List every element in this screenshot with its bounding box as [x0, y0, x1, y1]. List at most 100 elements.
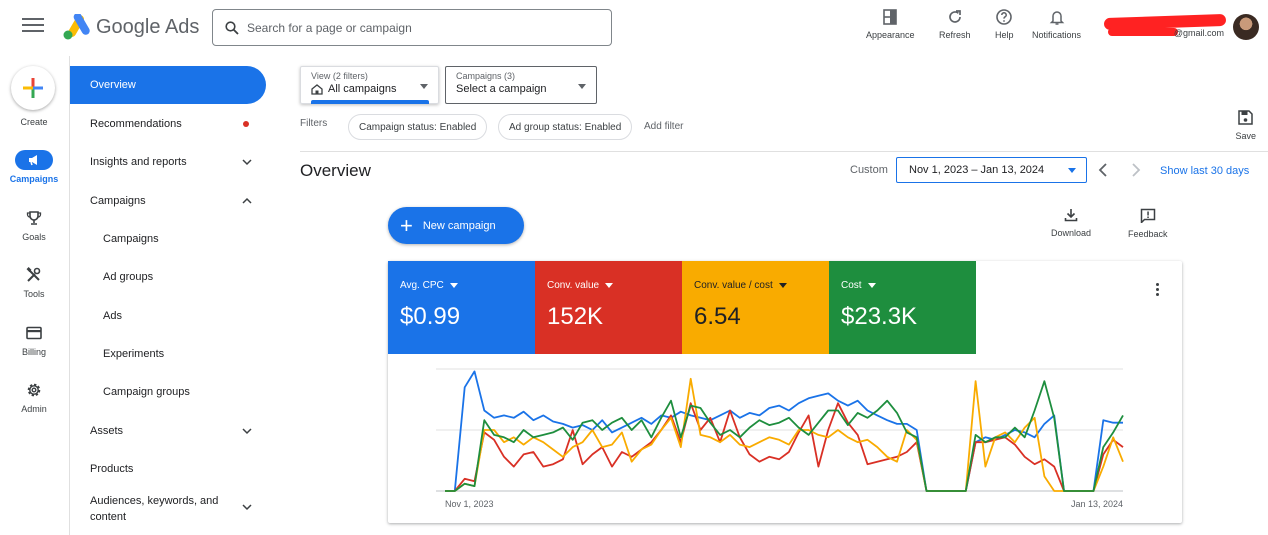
nav-item-experiments[interactable]: Experiments: [70, 335, 266, 373]
metric-conv-value[interactable]: Conv. value 152K: [535, 261, 682, 354]
nav-item-ad-groups[interactable]: Ad groups: [70, 258, 266, 296]
chevron-down-icon: [242, 504, 252, 511]
campaign-dropdown[interactable]: Campaigns (3) Select a campaign: [445, 66, 597, 104]
caret-down-icon: [605, 283, 614, 288]
nav-label: Assets: [90, 425, 124, 437]
search-box[interactable]: [212, 9, 612, 46]
nav-item-products[interactable]: Products: [70, 450, 266, 488]
appearance-button[interactable]: Appearance: [866, 8, 915, 40]
tools-icon: [26, 267, 41, 282]
metric-name: Cost: [841, 280, 862, 291]
save-icon: [1238, 110, 1253, 125]
caret-down-icon: [449, 283, 458, 288]
chevron-left-icon[interactable]: [1094, 160, 1114, 180]
notifications-label: Notifications: [1032, 30, 1082, 40]
rail-label: Tools: [23, 289, 45, 299]
google-ads-logo: [63, 14, 90, 40]
filter-chip-campaign-status[interactable]: Campaign status: Enabled: [348, 114, 488, 140]
help-button[interactable]: Help: [995, 8, 1014, 40]
create-button[interactable]: [11, 66, 55, 110]
nav-item-recommendations[interactable]: Recommendations: [70, 105, 266, 143]
nav-item-insights[interactable]: Insights and reports: [70, 143, 266, 181]
download-label: Download: [1051, 228, 1092, 238]
metric-conv-value-per-cost[interactable]: Conv. value / cost 6.54: [682, 261, 829, 354]
metric-name: Avg. CPC: [400, 280, 444, 291]
nav-item-campaigns[interactable]: Campaigns: [70, 182, 266, 220]
view-filter-dropdown[interactable]: View (2 filters) All campaigns: [300, 66, 439, 104]
new-campaign-button[interactable]: + New campaign: [388, 207, 524, 244]
home-icon: [311, 83, 323, 95]
rail-item-campaigns[interactable]: Campaigns: [0, 150, 68, 184]
search-input[interactable]: [247, 20, 587, 35]
download-icon: [1064, 209, 1078, 222]
chip-label: Campaign status: Enabled: [359, 121, 477, 133]
nav-label: Experiments: [103, 348, 165, 360]
rail-item-admin[interactable]: Admin: [0, 380, 68, 414]
series-line-3: [445, 380, 1124, 492]
notification-dot: [243, 121, 249, 127]
metric-value: $23.3K: [841, 303, 918, 330]
x-tick-start: Nov 1, 2023: [445, 499, 494, 509]
nav-label: Campaigns: [103, 233, 159, 245]
nav-item-assets[interactable]: Assets: [70, 412, 266, 450]
trophy-icon: [26, 211, 42, 225]
show-last-30-days-link[interactable]: Show last 30 days: [1160, 165, 1249, 177]
chevron-right-icon[interactable]: [1125, 160, 1145, 180]
view-filter-caption: View (2 filters): [311, 71, 368, 81]
nav-item-campaigns-sub[interactable]: Campaigns: [70, 220, 266, 258]
nav-item-campaign-groups[interactable]: Campaign groups: [70, 373, 266, 411]
menu-icon[interactable]: [22, 18, 44, 34]
nav-item-ads[interactable]: Ads: [70, 297, 266, 335]
rail-label: Goals: [22, 232, 46, 242]
page-title: Overview: [300, 161, 371, 180]
chip-label: Ad group status: Enabled: [509, 121, 622, 133]
download-button[interactable]: Download: [1051, 208, 1091, 238]
filter-chip-ad-group-status[interactable]: Ad group status: Enabled: [498, 114, 633, 140]
more-options-icon[interactable]: [1154, 283, 1160, 299]
nav-label: Campaign groups: [103, 386, 190, 398]
nav-label: Ad groups: [103, 271, 154, 283]
gear-icon: [27, 383, 41, 397]
metric-cost[interactable]: Cost $23.3K: [829, 261, 976, 354]
save-button[interactable]: Save: [1235, 110, 1256, 141]
refresh-icon: [948, 10, 961, 23]
rail-item-tools[interactable]: Tools: [0, 265, 68, 299]
feedback-button[interactable]: Feedback: [1128, 208, 1168, 239]
caret-down-icon: [778, 283, 787, 288]
chevron-down-icon: [242, 428, 252, 435]
x-tick-end: Jan 13, 2024: [1071, 499, 1123, 509]
nav-label: Ads: [103, 310, 122, 322]
top-bar: Google Ads Appearance Refresh Help: [0, 0, 1268, 56]
rail-item-goals[interactable]: Goals: [0, 208, 68, 242]
caret-down-icon: [867, 283, 876, 288]
refresh-label: Refresh: [939, 30, 971, 40]
date-range-dropdown[interactable]: Nov 1, 2023 – Jan 13, 2024: [896, 157, 1087, 183]
feedback-icon: [1140, 208, 1156, 223]
series-line-1: [445, 402, 1124, 492]
chevron-up-icon: [242, 197, 252, 204]
nav-item-audiences[interactable]: Audiences, keywords, and content: [70, 488, 266, 528]
nav-item-overview[interactable]: Overview: [70, 66, 266, 104]
create-label: Create: [20, 117, 48, 127]
refresh-button[interactable]: Refresh: [939, 8, 971, 40]
appearance-icon: [883, 9, 898, 25]
add-filter-link[interactable]: Add filter: [644, 121, 683, 132]
feedback-label: Feedback: [1128, 229, 1168, 239]
avatar[interactable]: [1233, 14, 1259, 40]
notifications-button[interactable]: Notifications: [1032, 8, 1081, 40]
nav-label: Recommendations: [90, 118, 182, 130]
metric-avg-cpc[interactable]: Avg. CPC $0.99: [388, 261, 535, 354]
bell-icon: [1049, 11, 1064, 25]
search-icon: [225, 20, 239, 35]
appearance-label: Appearance: [866, 30, 915, 40]
date-range-value: Nov 1, 2023 – Jan 13, 2024: [909, 164, 1045, 176]
performance-chart: Nov 1, 2023 Jan 13, 2024: [436, 368, 1124, 509]
card-icon: [26, 326, 42, 340]
rail-item-billing[interactable]: Billing: [0, 323, 68, 357]
chevron-down-icon: [242, 159, 252, 166]
active-indicator: [311, 100, 429, 104]
account-info[interactable]: @gmail.com: [1103, 13, 1227, 42]
nav-label: Overview: [90, 79, 136, 91]
nav-label: Audiences, keywords, and content: [90, 495, 219, 523]
account-email: @gmail.com: [1173, 28, 1224, 38]
